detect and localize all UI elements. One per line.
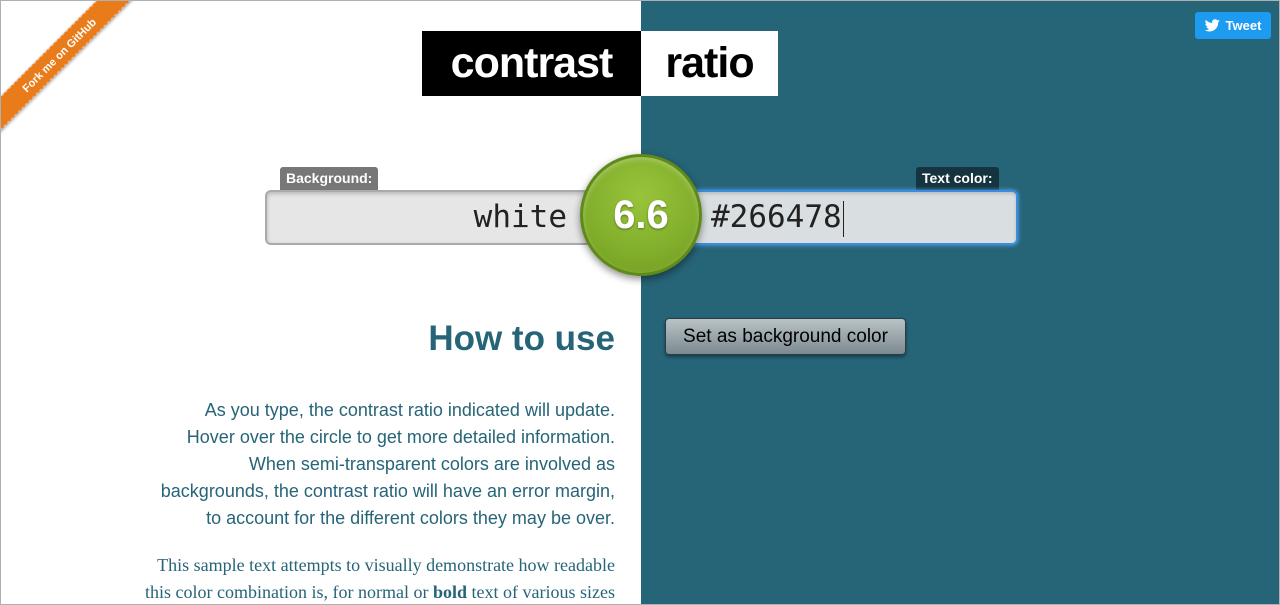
sample-line-2: this color combination is, for normal or… — [115, 579, 615, 604]
text-cursor — [842, 200, 844, 237]
text-color-input[interactable]: #266478 — [681, 190, 1018, 245]
tweet-button[interactable]: Tweet — [1195, 12, 1271, 39]
background-input-value: white — [473, 199, 567, 235]
twitter-bird-icon — [1204, 19, 1220, 32]
logo-ratio: ratio — [641, 31, 778, 96]
sample-line-1: This sample text attempts to visually de… — [157, 555, 615, 575]
background-label: Background: — [280, 167, 379, 190]
how-to-use-heading: How to use — [428, 319, 615, 358]
fork-ribbon-container: Fork me on GitHub — [1, 1, 141, 141]
how-to-use-line: to account for the different colors they… — [206, 508, 615, 528]
fork-me-ribbon[interactable]: Fork me on GitHub — [1, 1, 141, 141]
contrast-ratio-circle[interactable]: 6.6 — [580, 154, 702, 276]
how-to-use-line: When semi-transparent colors are involve… — [248, 454, 615, 474]
text-color-label: Text color: — [916, 167, 999, 190]
logo-contrast: contrast — [422, 31, 641, 96]
how-to-use-line: As you type, the contrast ratio indicate… — [204, 400, 615, 420]
background-input[interactable]: white — [265, 190, 601, 245]
contrast-ratio-value: 6.6 — [613, 192, 669, 237]
how-to-use-line: Hover over the circle to get more detail… — [186, 427, 615, 447]
how-to-use-line: backgrounds, the contrast ratio will hav… — [160, 481, 615, 501]
set-as-background-button[interactable]: Set as background color — [665, 318, 906, 355]
tweet-label: Tweet — [1225, 18, 1262, 33]
sample-text: This sample text attempts to visually de… — [115, 552, 615, 604]
sample-line-2-start: this color combination is, for normal or — [145, 582, 433, 602]
sample-line-2-end: text of various sizes — [467, 582, 615, 602]
text-color-input-value: #266478 — [711, 199, 842, 235]
sample-bold-word: bold — [433, 582, 468, 602]
page-frame: Fork me on GitHub Tweet contrast ratio B… — [0, 0, 1280, 605]
how-to-use-text: As you type, the contrast ratio indicate… — [115, 397, 615, 532]
